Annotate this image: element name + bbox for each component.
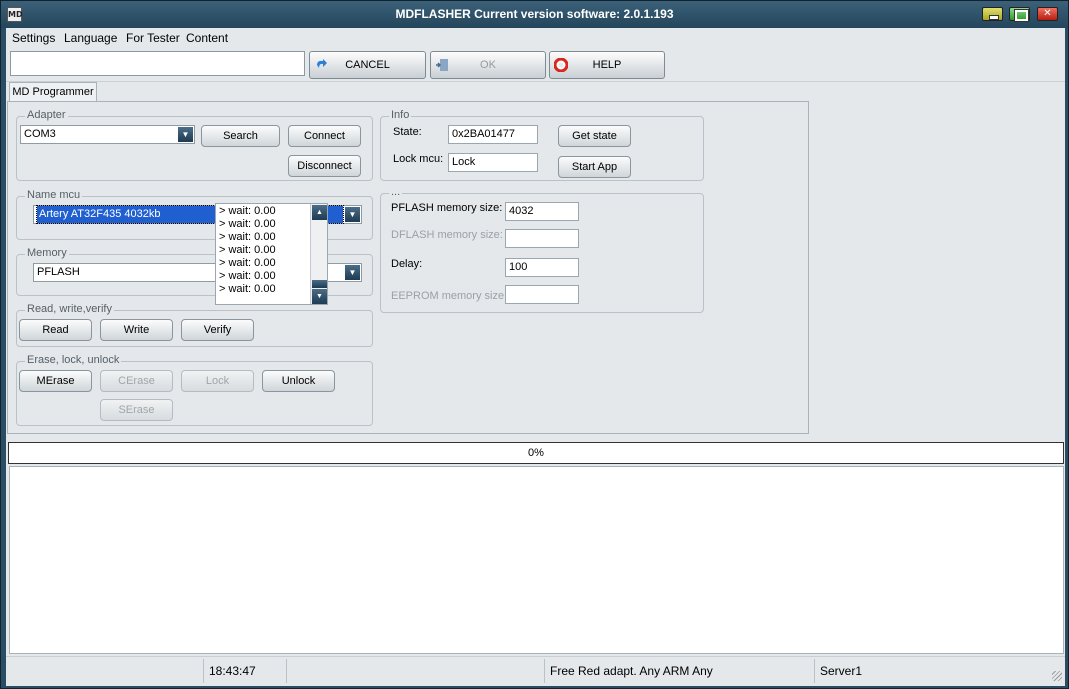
- title-bar[interactable]: MD MDFLASHER Current version software: 2…: [1, 1, 1068, 28]
- pflash-field[interactable]: 4032: [505, 202, 579, 221]
- door-exit-icon: [436, 59, 448, 71]
- erase-legend: Erase, lock, unlock: [25, 354, 122, 366]
- scroll-thumb[interactable]: [312, 280, 327, 288]
- menu-settings[interactable]: Settings: [12, 31, 55, 45]
- start-app-button[interactable]: Start App: [558, 156, 631, 178]
- info-group: Info State: 0x2BA01477 Lock mcu: Lock Ge…: [380, 109, 704, 181]
- eeprom-field[interactable]: [505, 285, 579, 304]
- params-group: ... PFLASH memory size: 4032 DFLASH memo…: [380, 186, 704, 313]
- log-scrollbar[interactable]: ▲ ▼: [310, 204, 327, 304]
- params-legend: ...: [389, 186, 403, 198]
- mcu-legend: Name mcu: [25, 189, 83, 201]
- log-line: > wait: 0.00: [219, 231, 276, 243]
- help-label: HELP: [592, 59, 622, 71]
- write-button[interactable]: Write: [100, 319, 173, 341]
- lock-button[interactable]: Lock: [181, 370, 254, 392]
- lifebuoy-icon: [554, 58, 568, 72]
- get-state-button[interactable]: Get state: [558, 125, 631, 147]
- output-log-area[interactable]: [9, 466, 1064, 654]
- info-legend: Info: [389, 109, 412, 121]
- log-line: > wait: 0.00: [219, 244, 276, 256]
- log-line: > wait: 0.00: [219, 257, 276, 269]
- dflash-field[interactable]: [505, 229, 579, 248]
- tab-md-programmer[interactable]: MD Programmer: [9, 82, 97, 102]
- status-time: 18:43:47: [204, 659, 287, 683]
- rwv-group: Read, write,verify Read Write Verify: [16, 303, 373, 347]
- dflash-label: DFLASH memory size:: [391, 229, 503, 241]
- state-field[interactable]: 0x2BA01477: [448, 125, 538, 144]
- scroll-up-icon[interactable]: ▲: [312, 205, 327, 220]
- log-line: > wait: 0.00: [219, 205, 276, 217]
- delay-label: Delay:: [391, 258, 423, 270]
- chevron-down-icon[interactable]: ▼: [345, 265, 360, 280]
- status-cell-empty: [6, 659, 204, 683]
- toolbar: CANCEL OK HELP: [6, 48, 1065, 82]
- help-button[interactable]: HELP: [549, 51, 665, 79]
- log-line: > wait: 0.00: [219, 283, 276, 295]
- memory-value: PFLASH: [37, 266, 80, 278]
- log-line: > wait: 0.00: [219, 270, 276, 282]
- status-license: Free Red adapt. Any ARM Any: [545, 659, 815, 683]
- unlock-button[interactable]: Unlock: [262, 370, 335, 392]
- cerase-button[interactable]: CErase: [100, 370, 173, 392]
- ok-button[interactable]: OK: [430, 51, 546, 79]
- menu-language[interactable]: Language: [64, 31, 117, 45]
- wait-log-list[interactable]: > wait: 0.00 > wait: 0.00 > wait: 0.00 >…: [215, 203, 328, 305]
- undo-arrow-icon: [317, 59, 327, 68]
- adapter-port-value: COM3: [24, 128, 56, 140]
- progress-bar: 0%: [8, 442, 1064, 464]
- search-button[interactable]: Search: [201, 125, 280, 147]
- menu-for-tester[interactable]: For Tester: [126, 31, 180, 45]
- scroll-down-icon[interactable]: ▼: [312, 289, 327, 304]
- memory-legend: Memory: [25, 247, 69, 259]
- menu-bar: Settings Language For Tester Content: [6, 28, 1065, 48]
- erase-group: Erase, lock, unlock MErase CErase Lock U…: [16, 354, 373, 426]
- menu-content[interactable]: Content: [186, 31, 228, 45]
- verify-button[interactable]: Verify: [181, 319, 254, 341]
- window-title: MDFLASHER Current version software: 2.0.…: [395, 7, 674, 21]
- merase-button[interactable]: MErase: [19, 370, 92, 392]
- lock-mcu-field[interactable]: Lock: [448, 153, 538, 172]
- log-line: > wait: 0.00: [219, 218, 276, 230]
- tab-panel: Adapter COM3 ▼ Search Connect Disconnect…: [7, 101, 809, 434]
- rwv-legend: Read, write,verify: [25, 303, 114, 315]
- chevron-down-icon[interactable]: ▼: [345, 207, 360, 222]
- maximize-button[interactable]: [1009, 7, 1030, 22]
- app-window: MD MDFLASHER Current version software: 2…: [0, 0, 1069, 689]
- client-area: Settings Language For Tester Content CAN…: [6, 28, 1065, 686]
- lock-mcu-label: Lock mcu:: [393, 153, 444, 165]
- status-cell-blank: [287, 659, 545, 683]
- connect-button[interactable]: Connect: [288, 125, 361, 147]
- chevron-down-icon[interactable]: ▼: [178, 127, 193, 142]
- status-bar: 18:43:47 Free Red adapt. Any ARM Any Ser…: [6, 656, 1065, 684]
- minimize-button[interactable]: [982, 7, 1003, 21]
- progress-label: 0%: [528, 447, 544, 459]
- delay-field[interactable]: 100: [505, 258, 579, 277]
- adapter-port-select[interactable]: COM3 ▼: [20, 125, 195, 144]
- read-button[interactable]: Read: [19, 319, 92, 341]
- command-input[interactable]: [10, 51, 305, 76]
- cancel-button[interactable]: CANCEL: [309, 51, 426, 79]
- pflash-label: PFLASH memory size:: [391, 202, 503, 214]
- resize-grip-icon[interactable]: [1052, 671, 1062, 681]
- cancel-label: CANCEL: [345, 59, 390, 71]
- disconnect-button[interactable]: Disconnect: [288, 155, 361, 177]
- adapter-legend: Adapter: [25, 109, 68, 121]
- eeprom-label: EEPROM memory size:: [391, 290, 508, 302]
- state-label: State:: [393, 126, 422, 138]
- adapter-group: Adapter COM3 ▼ Search Connect Disconnect: [16, 109, 373, 181]
- status-server: Server1: [820, 664, 863, 678]
- close-button[interactable]: ✕: [1037, 7, 1058, 21]
- serase-button[interactable]: SErase: [100, 399, 173, 421]
- ok-label: OK: [480, 59, 496, 71]
